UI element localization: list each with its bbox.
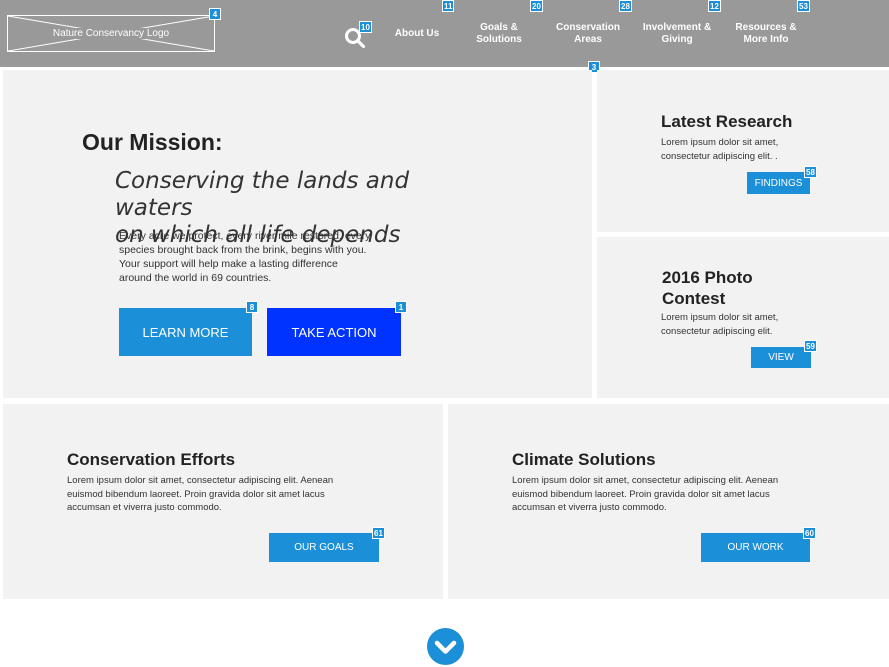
logo-badge: 4 xyxy=(209,8,221,20)
mission-body-line: around the world in 69 countries. xyxy=(119,272,272,284)
nav-about-us[interactable]: About Us xyxy=(388,28,446,40)
learn-more-label: LEARN MORE xyxy=(142,324,229,340)
view-badge: 59 xyxy=(804,340,817,352)
our-work-label: OUR WORK xyxy=(727,542,784,553)
mission-tagline-line1: Conserving the lands and waters xyxy=(115,168,410,221)
conservation-efforts-text-line: accumsan et viverra justo commodo. xyxy=(67,502,222,513)
conservation-efforts-title: Conservation Efforts xyxy=(67,450,236,469)
learn-more-button[interactable]: LEARN MORE xyxy=(119,308,252,356)
logo-label: Nature Conservancy Logo xyxy=(48,28,174,39)
nav-resources-info[interactable]: Resources & More Info xyxy=(731,22,801,46)
photo-contest-text-line: Lorem ipsum dolor sit amet, xyxy=(661,312,779,323)
our-work-button[interactable]: OUR WORK xyxy=(701,533,810,562)
take-action-button[interactable]: TAKE ACTION xyxy=(267,308,401,356)
our-goals-badge: 61 xyxy=(372,527,385,539)
photo-contest-title: 2016 Photo Contest xyxy=(662,267,753,309)
nav-conservation-label-line2: Areas xyxy=(574,34,602,45)
photo-contest-text-line: consectetur adipiscing elit. xyxy=(661,326,773,337)
nav-goals-label-line1: Goals & xyxy=(480,22,518,33)
nav-goals-label-line2: Solutions xyxy=(476,34,522,45)
chevron-down-circle-icon[interactable] xyxy=(427,628,464,665)
climate-solutions-text-line: Lorem ipsum dolor sit amet, consectetur … xyxy=(512,475,779,486)
mission-title: Our Mission: xyxy=(82,129,223,155)
mission-body-line: Your support will help make a lasting di… xyxy=(119,258,338,270)
climate-solutions-text-line: accumsan et viverra justo commodo. xyxy=(512,502,667,513)
research-title: Latest Research xyxy=(661,112,793,131)
research-text-line: consectetur adipiscing elit. . xyxy=(661,151,778,162)
findings-label: FINDINGS xyxy=(754,177,803,189)
climate-solutions-text: Lorem ipsum dolor sit amet, consectetur … xyxy=(512,474,802,515)
nav-about-us-badge: 11 xyxy=(442,0,455,12)
nav-goals-badge: 20 xyxy=(530,0,543,12)
logo-text: Nature Conservancy Logo xyxy=(8,16,214,51)
view-label: VIEW xyxy=(768,352,794,363)
mission-body-line: species brought back from the brink, beg… xyxy=(119,244,367,256)
conservation-efforts-text-line: Lorem ipsum dolor sit amet, consectetur … xyxy=(67,475,334,486)
nav-resources-label-line2: More Info xyxy=(743,34,789,45)
page: Nature Conservancy Logo 4 10 About Us 11… xyxy=(0,0,889,667)
nav-conservation-label-line1: Conservation xyxy=(556,22,620,33)
nav-conservation-areas[interactable]: Conservation Areas xyxy=(551,22,625,46)
nav-involvement-badge: 12 xyxy=(708,0,721,12)
take-action-label: TAKE ACTION xyxy=(291,324,377,340)
nav-involvement-giving[interactable]: Involvement & Giving xyxy=(637,22,717,46)
nav-resources-label-line1: Resources & xyxy=(735,22,797,33)
photo-contest-title-line2: Contest xyxy=(662,289,726,308)
photo-contest-text: Lorem ipsum dolor sit amet, consectetur … xyxy=(661,311,778,339)
our-goals-button[interactable]: OUR GOALS xyxy=(269,533,379,562)
learn-more-badge: 8 xyxy=(246,301,258,313)
research-text: Lorem ipsum dolor sit amet, consectetur … xyxy=(661,136,778,164)
mission-body: Every acre we protect, every river mile … xyxy=(119,229,389,285)
take-action-badge: 1 xyxy=(395,301,407,313)
search-badge: 10 xyxy=(359,21,372,33)
findings-button[interactable]: FINDINGS xyxy=(747,172,810,194)
mission-body-line: Every acre we protect, every river mile … xyxy=(119,230,371,242)
nav-resources-badge: 53 xyxy=(797,0,810,12)
photo-contest-title-line1: 2016 Photo xyxy=(662,268,753,287)
research-text-line: Lorem ipsum dolor sit amet, xyxy=(661,137,779,148)
site-logo[interactable]: Nature Conservancy Logo xyxy=(7,15,215,52)
climate-solutions-text-line: euismod bibendum laoreet. Proin gravida … xyxy=(512,488,770,500)
our-goals-label: OUR GOALS xyxy=(294,542,354,553)
our-work-badge: 60 xyxy=(803,527,816,539)
nav-goals-solutions[interactable]: Goals & Solutions xyxy=(466,22,532,46)
nav-involvement-label-line2: Giving xyxy=(661,34,693,45)
nav-conservation-badge: 28 xyxy=(619,0,632,12)
nav-involvement-label-line1: Involvement & xyxy=(642,22,712,33)
climate-solutions-title: Climate Solutions xyxy=(512,450,656,469)
nav-about-us-label: About Us xyxy=(394,28,440,39)
site-header: Nature Conservancy Logo 4 10 About Us 11… xyxy=(0,0,889,73)
view-button[interactable]: VIEW xyxy=(751,347,811,368)
conservation-efforts-text-line: euismod bibendum laoreet. Proin gravida … xyxy=(67,488,325,500)
conservation-efforts-text: Lorem ipsum dolor sit amet, consectetur … xyxy=(67,474,357,515)
findings-badge: 58 xyxy=(804,166,817,178)
